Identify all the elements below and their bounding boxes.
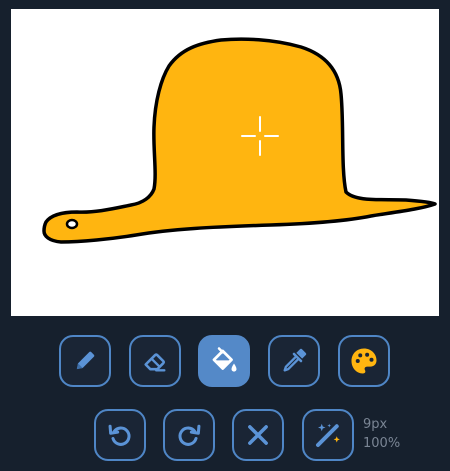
close-icon xyxy=(248,425,268,445)
eyedropper-button[interactable] xyxy=(268,335,320,387)
palette-icon xyxy=(351,348,377,374)
drawing-canvas[interactable] xyxy=(11,9,439,316)
paint-app: 9px 100% xyxy=(0,0,450,471)
drawn-creature-shape xyxy=(42,37,437,244)
eyedropper-icon xyxy=(283,348,307,372)
pencil-button[interactable] xyxy=(59,335,111,387)
brush-size-label: 9px xyxy=(363,417,388,432)
fill-button[interactable] xyxy=(198,335,250,387)
creature-eye xyxy=(65,218,79,230)
eraser-button[interactable] xyxy=(129,335,181,387)
pencil-icon xyxy=(76,351,95,370)
palette-button[interactable] xyxy=(338,335,390,387)
redo-button[interactable] xyxy=(163,409,215,461)
undo-button[interactable] xyxy=(94,409,146,461)
magic-wand-icon xyxy=(316,423,340,447)
magic-button[interactable] xyxy=(302,409,354,461)
zoom-label: 100% xyxy=(363,436,401,451)
eraser-icon xyxy=(144,353,166,372)
redo-icon xyxy=(178,424,201,446)
clear-button[interactable] xyxy=(232,409,284,461)
undo-icon xyxy=(108,424,131,446)
paint-bucket-icon xyxy=(212,347,237,372)
